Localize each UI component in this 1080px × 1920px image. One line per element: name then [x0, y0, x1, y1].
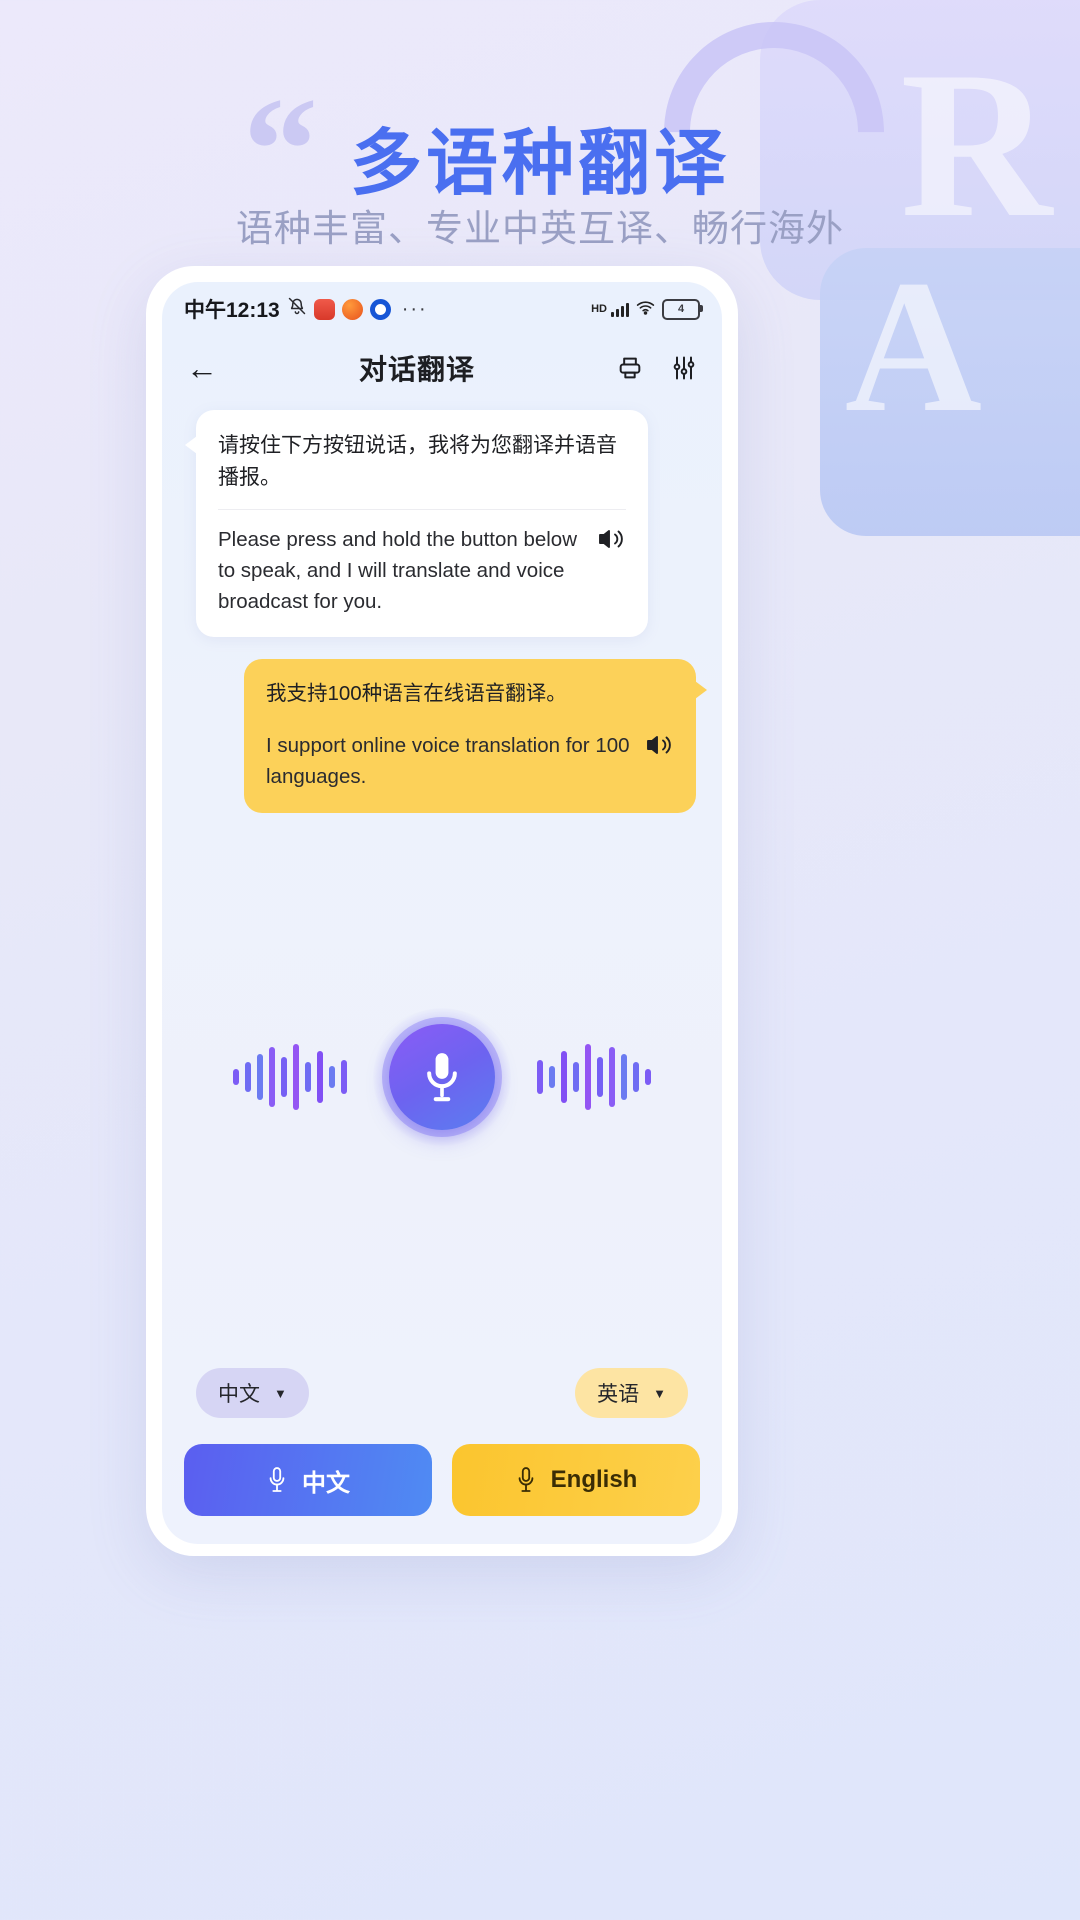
bubble-cn-text: 请按住下方按钮说话，我将为您翻译并语音播报。	[218, 434, 617, 489]
app-orange-icon	[341, 298, 363, 320]
print-icon[interactable]	[616, 354, 644, 382]
language-chip-target[interactable]: 英语 ▼	[575, 1368, 688, 1418]
status-bar-left: 中午12:13 ···	[184, 294, 428, 324]
phone-screen: 中午12:13 ··· HD 4 ← 对话翻译 请按住下方按钮说话，我将为您翻译…	[162, 282, 722, 1544]
language-chip-target-label: 英语	[597, 1383, 640, 1406]
speaker-icon[interactable]	[644, 732, 674, 758]
chat-bubble-left: 请按住下方按钮说话，我将为您翻译并语音播报。 Please press and …	[185, 410, 648, 638]
app-blue-icon	[369, 298, 391, 320]
chat-list: 请按住下方按钮说话，我将为您翻译并语音播报。 Please press and …	[162, 410, 722, 813]
voice-record-area	[162, 982, 722, 1172]
bubble-en-row: I support online voice translation for 1…	[266, 730, 674, 792]
battery-level: 4	[677, 303, 685, 315]
wifi-icon	[636, 300, 655, 318]
language-chip-source[interactable]: 中文 ▼	[196, 1368, 309, 1418]
bubble-en-row: Please press and hold the button below t…	[218, 524, 626, 617]
chevron-down-icon: ▼	[653, 1385, 666, 1401]
bubble-divider	[218, 509, 626, 510]
mic-record-button[interactable]	[389, 1024, 495, 1130]
status-overflow: ···	[401, 297, 428, 320]
bubble-cn-text: 我支持100种语言在线语音翻译。	[266, 682, 567, 706]
microphone-icon	[515, 1466, 537, 1494]
page-title: 多语种翻译	[349, 124, 730, 204]
speak-chinese-button[interactable]: 中文	[184, 1444, 432, 1516]
sliders-icon[interactable]	[670, 354, 698, 382]
waveform-left	[233, 1042, 347, 1112]
mic-button-wrap	[373, 1008, 511, 1146]
microphone-icon	[420, 1049, 464, 1105]
speak-english-button[interactable]: English	[452, 1444, 700, 1516]
status-time: 中午12:13	[184, 299, 280, 322]
speaker-icon[interactable]	[596, 526, 626, 552]
language-buttons: 中文 English	[162, 1444, 722, 1516]
speak-english-label: English	[550, 1466, 638, 1493]
status-bar: 中午12:13 ··· HD 4	[162, 282, 722, 336]
nav-actions	[616, 354, 698, 382]
back-arrow-icon[interactable]: ←	[186, 352, 218, 384]
phone-mockup: 中午12:13 ··· HD 4 ← 对话翻译 请按住下方按钮说话，我将为您翻译…	[146, 266, 738, 1556]
nav-bar: ← 对话翻译	[162, 336, 722, 400]
microphone-icon	[266, 1466, 288, 1494]
app-red-icon	[313, 298, 335, 320]
bubble-en-text: Please press and hold the button below t…	[218, 528, 578, 614]
bubble-en-text: I support online voice translation for 1…	[266, 734, 630, 789]
battery-icon: 4	[662, 298, 703, 320]
page-subtitle: 语种丰富、专业中英互译、畅行海外	[236, 208, 844, 249]
chevron-down-icon: ▼	[274, 1385, 287, 1401]
bell-muted-icon	[287, 296, 307, 322]
nav-title: 对话翻译	[358, 354, 475, 385]
status-bar-right: HD 4	[591, 298, 703, 320]
language-chip-source-label: 中文	[218, 1383, 260, 1406]
language-chips: 中文 ▼ 英语 ▼	[162, 1368, 722, 1418]
speak-chinese-label: 中文	[302, 1469, 350, 1497]
deco-letter-a: A	[844, 242, 982, 452]
chat-bubble-right: 我支持100种语言在线语音翻译。 I support online voice …	[244, 659, 707, 813]
signal-bars-icon	[611, 301, 629, 317]
bubble-gap	[266, 710, 674, 730]
hd-badge: HD	[591, 302, 607, 315]
waveform-right	[537, 1042, 651, 1112]
